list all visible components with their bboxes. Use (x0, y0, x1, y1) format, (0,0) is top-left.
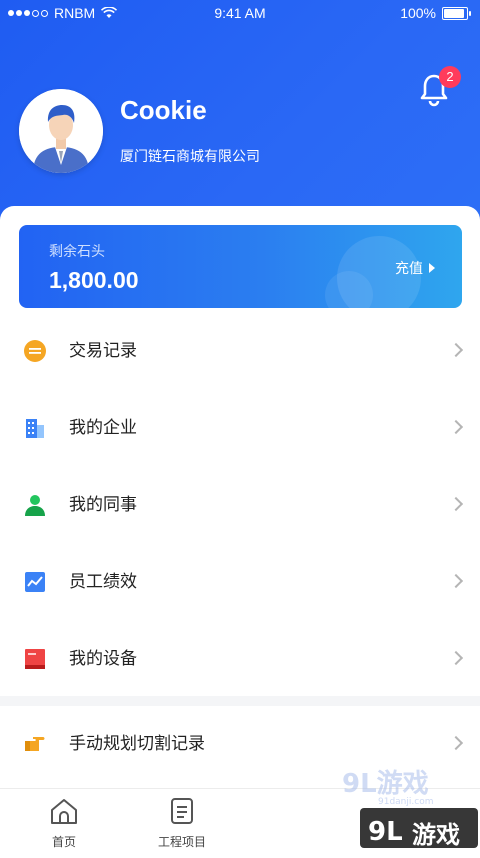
menu-item-label: 我的设备 (69, 649, 137, 669)
device-icon (25, 649, 45, 669)
pointing-hand-icon (25, 737, 45, 751)
main-content: 剩余石头 1,800.00 充值 交易记录 我的企业 我的同事 员工绩效 我的设… (0, 206, 480, 854)
chevron-right-icon (448, 419, 464, 435)
battery-area: 100% (400, 5, 471, 21)
section-divider (0, 696, 480, 706)
chart-icon (25, 572, 45, 592)
balance-amount: 1,800.00 (49, 267, 139, 293)
tab-label: 工程项目 (157, 835, 206, 849)
chevron-right-icon (448, 496, 464, 512)
menu-item-my-company[interactable]: 我的企业 (0, 390, 480, 466)
tab-label: 首页 (51, 835, 76, 849)
play-arrow-icon (429, 263, 435, 273)
avatar[interactable] (19, 89, 103, 173)
svg-text:9L: 9L (368, 817, 403, 847)
recharge-button[interactable]: 充值 (395, 258, 435, 278)
menu-item-performance[interactable]: 员工绩效 (0, 544, 480, 620)
watermark-text: 游戏 (412, 821, 460, 849)
chevron-right-icon (448, 735, 464, 751)
balance-label: 剩余石头 (49, 244, 105, 260)
chevron-right-icon (448, 342, 464, 358)
menu-item-label: 我的企业 (69, 418, 137, 438)
building-icon (26, 419, 44, 438)
recharge-label: 充值 (395, 261, 423, 277)
watermark-logo: 9L游戏 91danji.com 9L 游戏 (338, 762, 478, 854)
user-avatar-icon (19, 89, 103, 173)
svg-text:9L游戏: 9L游戏 (342, 769, 429, 799)
home-icon (51, 799, 77, 824)
menu-item-label: 我的同事 (69, 495, 137, 515)
notification-badge: 2 (439, 66, 461, 88)
chevron-right-icon (448, 573, 464, 589)
tab-home[interactable]: 首页 (24, 797, 104, 850)
tab-projects[interactable]: 工程项目 (142, 797, 222, 850)
document-icon (171, 798, 193, 824)
battery-percent: 100% (400, 5, 436, 21)
menu-item-colleagues[interactable]: 我的同事 (0, 467, 480, 543)
menu-item-label: 交易记录 (69, 341, 137, 361)
menu-item-label: 手动规划切割记录 (69, 734, 205, 754)
chevron-right-icon (448, 650, 464, 666)
menu-item-transactions[interactable]: 交易记录 (0, 313, 480, 389)
transaction-icon (24, 340, 46, 362)
company-name: 厦门链石商城有限公司 (120, 149, 260, 165)
menu-item-devices[interactable]: 我的设备 (0, 621, 480, 697)
battery-icon (442, 6, 471, 20)
balance-card[interactable]: 剩余石头 1,800.00 充值 (19, 225, 462, 308)
svg-text:91danji.com: 91danji.com (378, 797, 433, 807)
status-bar: RNBM 9:41 AM 100% (0, 0, 480, 26)
user-name: Cookie (120, 95, 207, 125)
menu-item-label: 员工绩效 (69, 572, 137, 592)
person-icon (25, 495, 45, 516)
